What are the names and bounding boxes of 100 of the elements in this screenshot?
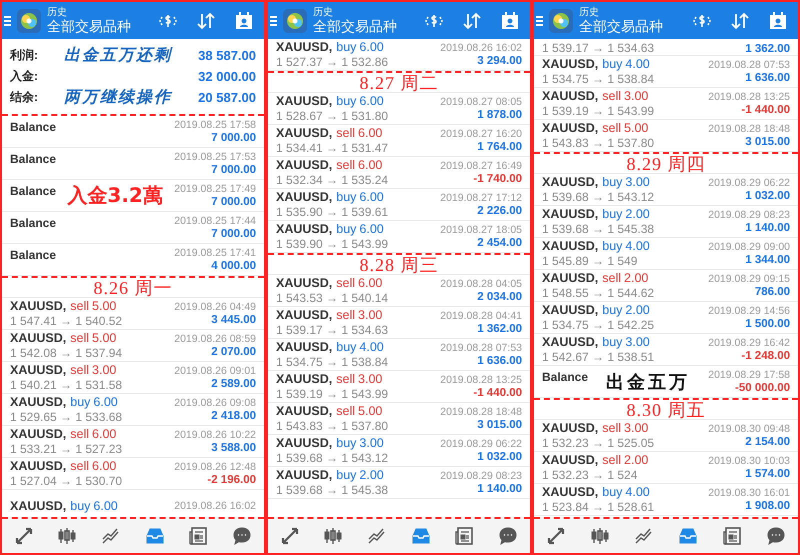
- chat-icon[interactable]: [766, 526, 786, 546]
- price-range: 1 547.41 → 1 540.52: [10, 314, 122, 328]
- trade-volume: 2.00: [625, 303, 650, 317]
- newspaper-icon[interactable]: [722, 526, 742, 546]
- screen-subtitle: 历史: [579, 6, 600, 18]
- trade-volume: 6.00: [93, 395, 118, 409]
- trend-chart-icon[interactable]: [367, 526, 388, 546]
- calendar-icon[interactable]: [234, 10, 254, 30]
- screen-title[interactable]: 全部交易品种: [47, 18, 152, 34]
- deal-time: 2019.08.27 18:05: [440, 224, 522, 236]
- profit-amount: 2 070.00: [211, 346, 256, 358]
- trade-volume: 6.00: [358, 158, 382, 172]
- symbol-label: XAUUSD,: [542, 207, 598, 221]
- symbol-label: XAUUSD,: [276, 158, 332, 172]
- profit-amount: 1 878.00: [477, 109, 522, 121]
- trade-volume: 4.00: [625, 485, 650, 499]
- inbox-icon[interactable]: [144, 526, 165, 546]
- symbol-label: XAUUSD,: [542, 421, 598, 435]
- deal-time: 2019.08.29 16:42: [708, 337, 790, 349]
- day-annotation: 8.28 周三: [360, 254, 438, 276]
- price-range: 1 539.19 → 1 543.99: [276, 387, 388, 401]
- candlestick-icon[interactable]: [323, 526, 344, 546]
- balance-amount: 7 000.00: [211, 164, 256, 176]
- annotation-text: 出金五万还剩: [64, 45, 172, 66]
- screen-subtitle: 历史: [47, 6, 68, 18]
- inbox-icon[interactable]: [410, 526, 431, 546]
- deal-time: 2019.08.29 09:00: [708, 241, 790, 253]
- arrows-icon[interactable]: [546, 526, 566, 546]
- deal-time: 2019.08.26 12:48: [174, 461, 256, 473]
- trade-volume: 6.00: [358, 276, 382, 290]
- sort-icon[interactable]: [462, 12, 482, 30]
- app-logo-icon: [17, 8, 41, 32]
- symbol-label: XAUUSD,: [276, 372, 332, 386]
- symbol-label: XAUUSD,: [542, 303, 598, 317]
- trade-type: buy: [336, 436, 356, 450]
- trade-type: buy: [602, 485, 622, 499]
- arrows-icon[interactable]: [14, 526, 34, 546]
- trend-chart-icon[interactable]: [101, 526, 122, 546]
- symbol-label: XAUUSD,: [10, 331, 66, 345]
- screen-title[interactable]: 全部交易品种: [579, 18, 686, 34]
- profit-amount: 2 154.00: [745, 436, 790, 448]
- price-range: 1 528.67 → 1 531.80: [276, 109, 388, 123]
- price-range: 1 535.90 → 1 539.61: [276, 205, 388, 219]
- trade-type: sell: [70, 459, 90, 473]
- trade-volume: 6.00: [359, 40, 384, 54]
- summary-label: 利润:: [10, 47, 38, 64]
- sort-icon[interactable]: [196, 12, 216, 30]
- candlestick-icon[interactable]: [590, 526, 610, 546]
- trade-type: sell: [70, 331, 90, 345]
- price-range: 1 548.55 → 1 544.62: [542, 286, 654, 300]
- trade-volume: 3.00: [92, 363, 116, 377]
- price-range: 1 539.19 → 1 543.99: [542, 104, 654, 118]
- trade-volume: 2.00: [625, 207, 650, 221]
- calendar-icon[interactable]: [768, 10, 788, 30]
- arrows-icon[interactable]: [280, 526, 300, 546]
- trade-type: sell: [602, 421, 622, 435]
- deal-time: 2019.08.25 17:49: [174, 183, 256, 195]
- menu-icon[interactable]: [536, 14, 543, 28]
- trade-type: sell: [336, 276, 356, 290]
- symbol-label: XAUUSD,: [542, 121, 598, 135]
- day-annotation: 8.27 周二: [360, 72, 438, 94]
- symbol-label: XAUUSD,: [10, 363, 66, 377]
- price-range: 1 543.83 → 1 537.80: [542, 136, 654, 150]
- candlestick-icon[interactable]: [57, 526, 78, 546]
- symbol-label: XAUUSD,: [276, 308, 332, 322]
- profit-amount: 1 362.00: [745, 43, 790, 55]
- newspaper-icon[interactable]: [188, 526, 208, 546]
- deal-time: 2019.08.28 18:48: [708, 123, 790, 135]
- trade-volume: 6.00: [359, 222, 384, 236]
- trade-type: buy: [602, 239, 622, 253]
- trade-volume: 3.00: [624, 89, 648, 103]
- app-logo-icon: [549, 8, 573, 32]
- deal-time: 2019.08.26 16:02: [440, 42, 522, 54]
- day-annotation: 8.29 周四: [626, 152, 706, 176]
- price-range: 1 539.68 → 1 543.12: [276, 451, 388, 465]
- symbol-label: XAUUSD,: [276, 468, 332, 482]
- trade-volume: 5.00: [358, 404, 382, 418]
- balance-amount: -50 000.00: [735, 382, 790, 394]
- profit-amount: 3 015.00: [477, 419, 522, 431]
- trade-type: sell: [70, 363, 90, 377]
- price-range: 1 534.75 → 1 542.25: [542, 318, 654, 332]
- calendar-icon[interactable]: [500, 10, 520, 30]
- screen-title[interactable]: 全部交易品种: [313, 18, 418, 34]
- deal-time: 2019.08.26 10:22: [174, 429, 256, 441]
- menu-icon[interactable]: [4, 14, 11, 28]
- chat-icon[interactable]: [232, 526, 252, 546]
- profit-amount: 3 015.00: [745, 136, 790, 148]
- trade-volume: 5.00: [624, 121, 648, 135]
- newspaper-icon[interactable]: [454, 526, 474, 546]
- trend-chart-icon[interactable]: [634, 526, 654, 546]
- symbol-label: XAUUSD,: [542, 239, 598, 253]
- deal-time: 2019.08.25 17:41: [174, 247, 256, 259]
- menu-icon[interactable]: [270, 14, 277, 28]
- profit-amount: -1 440.00: [741, 104, 790, 116]
- chat-icon[interactable]: [498, 526, 518, 546]
- inbox-icon[interactable]: [678, 526, 698, 546]
- price-range: 1 543.83 → 1 537.80: [276, 419, 388, 433]
- price-range: 1 539.68 → 1 545.38: [276, 483, 388, 497]
- sort-icon[interactable]: [730, 12, 750, 30]
- symbol-label: XAUUSD,: [276, 94, 332, 108]
